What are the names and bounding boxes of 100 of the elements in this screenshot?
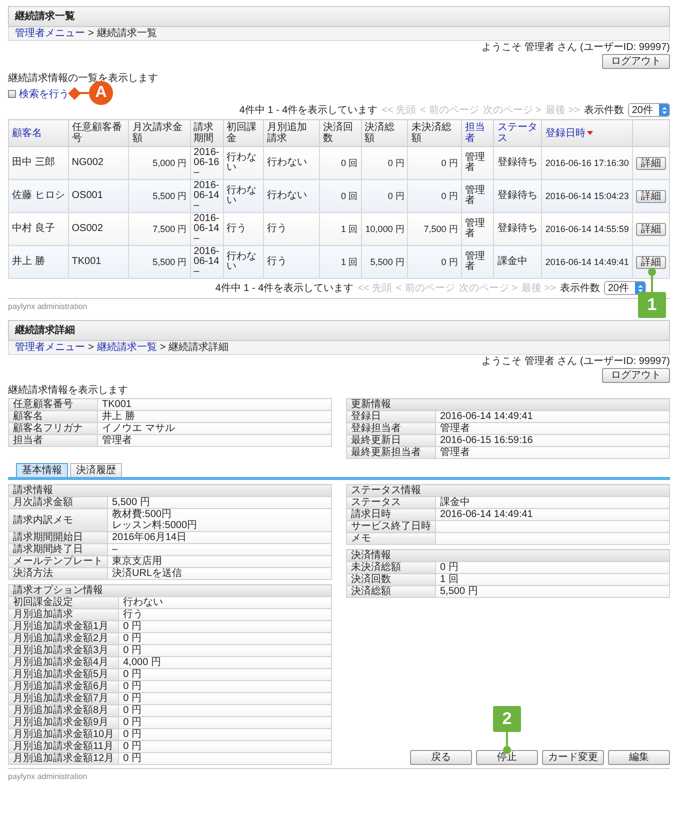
welcome-text: ようこそ 管理者 さん (ユーザーID: 99997) bbox=[482, 356, 670, 367]
expand-icon[interactable] bbox=[8, 90, 16, 98]
field-value: 2016-06-14 14:49:41 bbox=[436, 410, 670, 422]
table-cell: 2016-06-16 – bbox=[190, 146, 224, 180]
breadcrumb-link[interactable]: 管理者メニュー bbox=[15, 28, 85, 39]
field-label: 月別追加請求金額6月 bbox=[8, 680, 119, 692]
field-label: 未決済総額 bbox=[346, 562, 436, 574]
field-value: 教材費:500円 レッスン料:5000円 bbox=[108, 508, 332, 532]
table-cell: 登録待ち bbox=[494, 180, 542, 212]
field-value: 0 円 bbox=[118, 632, 332, 644]
field-label: 顧客名 bbox=[8, 410, 98, 422]
logout-button[interactable]: ログアウト bbox=[602, 54, 670, 69]
per-page-select[interactable]: 20件 bbox=[628, 103, 670, 117]
table-cell: 管理者 bbox=[461, 212, 494, 246]
table-cell: 2016-06-14 – bbox=[190, 212, 224, 246]
pager-link: 最後 >> bbox=[545, 104, 580, 116]
action-button[interactable]: 戻る bbox=[410, 750, 472, 765]
column-header[interactable]: 登録日時 bbox=[542, 120, 632, 146]
field-label: 月別追加請求金額7月 bbox=[8, 692, 119, 704]
pager-link: 次のページ > bbox=[458, 282, 518, 294]
table-cell: 田中 三郎 bbox=[8, 146, 68, 180]
field-label: 月別追加請求金額4月 bbox=[8, 656, 119, 668]
column-header: 請求期間 bbox=[190, 120, 224, 146]
stepper-icon bbox=[635, 282, 645, 294]
field-value: 管理者 bbox=[98, 434, 332, 446]
page-title: 継続請求一覧 bbox=[8, 6, 670, 27]
table-cell: 管理者 bbox=[461, 146, 494, 180]
breadcrumb-link[interactable]: 管理者メニュー bbox=[15, 342, 85, 353]
field-value: 0 円 bbox=[118, 668, 332, 680]
field-value: 5,500 円 bbox=[108, 496, 332, 508]
field-label: 担当者 bbox=[8, 434, 98, 446]
table-cell: 0 円 bbox=[361, 146, 408, 180]
table-cell: 行わない bbox=[223, 246, 264, 278]
pager-link: << 先頭 bbox=[382, 104, 416, 116]
breadcrumb-link[interactable]: 継続請求一覧 bbox=[96, 342, 157, 353]
tab[interactable]: 基本情報 bbox=[16, 463, 68, 477]
column-header: 決済総額 bbox=[361, 120, 408, 146]
table-cell: 管理者 bbox=[461, 246, 494, 278]
pager-link: < 前のページ bbox=[420, 104, 479, 116]
table-cell: 行わない bbox=[263, 146, 320, 180]
field-value: イノウエ マサル bbox=[98, 422, 332, 434]
table-cell: 行わない bbox=[223, 146, 264, 180]
field-value: 井上 勝 bbox=[98, 410, 332, 422]
field-value: 0 円 bbox=[118, 620, 332, 632]
field-value: 0 円 bbox=[118, 704, 332, 716]
table-cell: 管理者 bbox=[461, 180, 494, 212]
action-button[interactable]: 編集 bbox=[608, 750, 670, 765]
field-value: 課金中 bbox=[436, 496, 670, 508]
logout-button[interactable]: ログアウト bbox=[602, 368, 670, 383]
per-page-select[interactable]: 20件 bbox=[604, 281, 646, 295]
table-cell: 2016-06-14 14:55:59 bbox=[542, 212, 632, 246]
field-value: – bbox=[108, 544, 332, 556]
pager-link: < 前のページ bbox=[396, 282, 455, 294]
column-header: 初回課金 bbox=[223, 120, 264, 146]
detail-button[interactable]: 詳細 bbox=[636, 156, 666, 170]
field-label: 月別追加請求金額1月 bbox=[8, 620, 119, 632]
table-cell: 佐藤 ヒロシ bbox=[8, 180, 68, 212]
detail-button[interactable]: 詳細 bbox=[636, 222, 666, 236]
panel-title: 請求オプション情報 bbox=[8, 584, 332, 596]
table-cell: 中村 良子 bbox=[8, 212, 68, 246]
field-label: 月別追加請求金額12月 bbox=[8, 752, 119, 764]
search-toggle-link[interactable]: 検索を行う bbox=[19, 88, 69, 100]
table-cell: OS002 bbox=[68, 212, 129, 246]
table-cell: 行わない bbox=[263, 180, 320, 212]
field-value: 0 円 bbox=[118, 716, 332, 728]
table-cell: 2016-06-14 15:04:23 bbox=[542, 180, 632, 212]
field-label: メールテンプレート bbox=[8, 556, 108, 568]
table-cell: 2016-06-16 17:16:30 bbox=[542, 146, 632, 180]
field-label: 月別追加請求金額11月 bbox=[8, 740, 119, 752]
field-value: 行わない bbox=[118, 596, 332, 608]
footer-text: paylynx administration bbox=[8, 768, 670, 784]
table-cell: 行わない bbox=[223, 180, 264, 212]
field-value: 2016-06-15 16:59:16 bbox=[436, 434, 670, 446]
result-summary: 4件中 1 - 4件を表示しています bbox=[215, 282, 354, 294]
action-button[interactable]: 停止 bbox=[476, 750, 538, 765]
column-header: 決済回数 bbox=[319, 120, 362, 146]
table-cell: 2016-06-14 – bbox=[190, 180, 224, 212]
action-button[interactable]: カード変更 bbox=[542, 750, 604, 765]
field-label: 月別追加請求 bbox=[8, 608, 119, 620]
per-page-label: 表示件数 bbox=[560, 282, 600, 294]
tab[interactable]: 決済履歴 bbox=[70, 463, 122, 477]
field-label: 月次請求金額 bbox=[8, 496, 108, 508]
column-header: 任意顧客番号 bbox=[68, 120, 129, 146]
column-header[interactable]: ステータス bbox=[494, 120, 542, 146]
table-cell: 1 回 bbox=[319, 212, 362, 246]
field-label: 請求期間開始日 bbox=[8, 532, 108, 544]
detail-button[interactable]: 詳細 bbox=[636, 256, 666, 268]
column-header: 月別追加請求 bbox=[263, 120, 320, 146]
panel-title: 更新情報 bbox=[346, 398, 670, 410]
column-header[interactable]: 顧客名 bbox=[8, 120, 68, 146]
column-header: 未決済総額 bbox=[408, 120, 462, 146]
field-label: 決済回数 bbox=[346, 574, 436, 586]
detail-button[interactable]: 詳細 bbox=[636, 190, 666, 202]
table-cell: NG002 bbox=[68, 146, 129, 180]
column-header[interactable]: 担当者 bbox=[461, 120, 494, 146]
page-title: 継続請求詳細 bbox=[8, 320, 670, 341]
table-cell: 0 回 bbox=[319, 180, 362, 212]
table-cell: TK001 bbox=[68, 246, 129, 278]
field-value: 決済URLを送信 bbox=[108, 568, 332, 580]
field-value: 0 円 bbox=[118, 644, 332, 656]
